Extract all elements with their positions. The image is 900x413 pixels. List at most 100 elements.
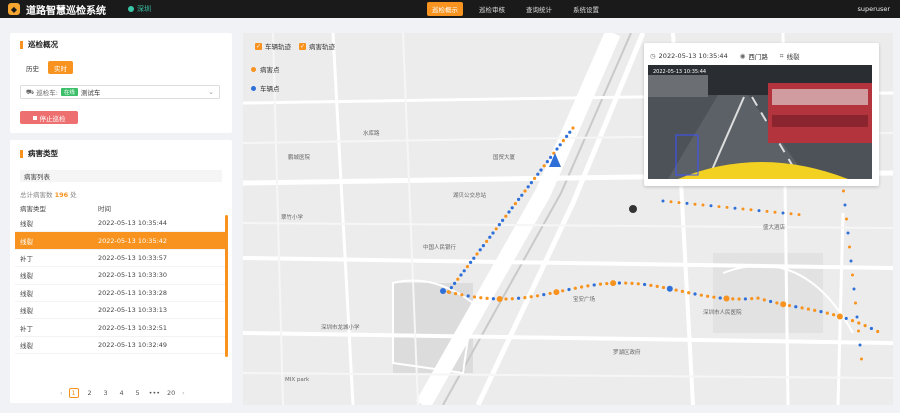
vehicle-point[interactable] <box>517 197 521 201</box>
vehicle-point[interactable] <box>769 299 773 304</box>
defect-point[interactable] <box>610 280 617 287</box>
page-4[interactable]: 4 <box>117 388 127 398</box>
vehicle-point[interactable] <box>757 209 761 213</box>
defect-point[interactable] <box>680 289 684 294</box>
defect-point[interactable] <box>456 277 460 281</box>
vehicle-point[interactable] <box>849 259 853 263</box>
nav-query-statistics[interactable]: 查询统计 <box>521 2 557 16</box>
table-row[interactable]: 线裂 2022-05-13 10:33:28 <box>15 285 226 302</box>
defect-point[interactable] <box>513 202 517 206</box>
vehicle-point[interactable] <box>869 326 874 331</box>
defect-point[interactable] <box>494 227 498 231</box>
defect-point[interactable] <box>737 297 741 301</box>
defect-point[interactable] <box>842 189 845 193</box>
vehicle-point[interactable] <box>743 297 747 301</box>
defect-point[interactable] <box>475 252 479 256</box>
defect-point[interactable] <box>787 303 792 308</box>
defect-point[interactable] <box>533 176 537 180</box>
defect-point[interactable] <box>773 210 777 214</box>
defect-point[interactable] <box>479 296 483 300</box>
defect-point[interactable] <box>496 295 503 302</box>
page-3[interactable]: 3 <box>101 388 111 398</box>
defect-point[interactable] <box>706 294 710 298</box>
vehicle-point[interactable] <box>491 297 495 301</box>
vehicle-point[interactable] <box>549 155 553 159</box>
defect-point[interactable] <box>765 209 769 213</box>
vehicle-point[interactable] <box>781 211 785 215</box>
vehicle-point[interactable] <box>855 315 859 319</box>
vehicle-point[interactable] <box>794 305 798 309</box>
defect-point[interactable] <box>460 293 464 297</box>
page-ellipsis[interactable]: ••• <box>149 388 161 398</box>
table-row[interactable]: 补丁 2022-05-13 10:32:51 <box>15 319 226 337</box>
defect-point[interactable] <box>529 295 533 299</box>
defect-point[interactable] <box>693 202 697 206</box>
defect-point[interactable] <box>789 212 793 216</box>
defect-point[interactable] <box>586 284 590 288</box>
vehicle-point[interactable] <box>819 310 823 314</box>
vehicle-point[interactable] <box>466 294 470 298</box>
user-menu[interactable]: superuser <box>858 5 890 13</box>
table-row-selected[interactable]: 线裂 2022-05-13 10:35:42 <box>15 232 226 250</box>
vehicle-point[interactable] <box>453 281 457 285</box>
defect-point[interactable] <box>630 281 634 285</box>
defect-point[interactable] <box>741 207 745 211</box>
page-2[interactable]: 2 <box>85 388 95 398</box>
vehicle-point[interactable] <box>733 206 737 210</box>
vehicle-point[interactable] <box>558 143 562 147</box>
defect-point[interactable] <box>762 298 766 302</box>
defect-point[interactable] <box>797 213 801 217</box>
page-5[interactable]: 5 <box>133 388 143 398</box>
defect-point[interactable] <box>548 291 552 296</box>
defect-point[interactable] <box>677 201 681 205</box>
vehicle-point[interactable] <box>545 160 549 164</box>
defect-point[interactable] <box>580 285 584 289</box>
prev-page-icon[interactable]: ‹ <box>60 389 63 397</box>
vehicle-point[interactable] <box>491 231 495 235</box>
table-row[interactable]: 补丁 2022-05-13 10:33:57 <box>15 250 226 268</box>
toggle-defect-track[interactable]: ✓ 病害轨迹 <box>299 41 335 51</box>
vehicle-point[interactable] <box>555 147 559 151</box>
defect-point[interactable] <box>717 205 721 209</box>
vehicle-select[interactable]: ⛟ 巡检车: 在线 测试车 ⌄ <box>20 85 220 99</box>
defect-point[interactable] <box>851 273 854 277</box>
defect-point[interactable] <box>723 295 730 302</box>
defect-point[interactable] <box>876 329 880 334</box>
defect-point[interactable] <box>636 282 640 286</box>
defect-point[interactable] <box>701 203 705 207</box>
defect-point[interactable] <box>510 297 514 301</box>
nav-inspection-review[interactable]: 巡检审核 <box>474 2 510 16</box>
vehicle-point[interactable] <box>843 203 847 207</box>
defect-point[interactable] <box>485 239 489 243</box>
camera-image[interactable]: 2022-05-13 10:35:44 <box>648 65 872 179</box>
vehicle-point[interactable] <box>709 204 713 208</box>
defect-point[interactable] <box>485 296 489 300</box>
vehicle-point[interactable] <box>666 285 673 292</box>
vehicle-point[interactable] <box>685 201 689 205</box>
defect-point[interactable] <box>857 321 861 325</box>
vehicle-point[interactable] <box>517 296 521 300</box>
defect-point[interactable] <box>699 293 703 297</box>
vehicle-point[interactable] <box>440 288 446 294</box>
defect-point[interactable] <box>687 291 691 295</box>
table-scrollbar[interactable] <box>225 215 228 357</box>
vehicle-point[interactable] <box>469 260 473 264</box>
selected-defect-marker[interactable] <box>629 205 637 213</box>
defect-point[interactable] <box>712 295 716 299</box>
table-row[interactable]: 线裂 2022-05-13 10:32:49 <box>15 337 226 355</box>
defect-point[interactable] <box>542 164 546 168</box>
vehicle-point[interactable] <box>462 269 466 273</box>
defect-point[interactable] <box>553 289 560 296</box>
tab-history[interactable]: 历史 <box>20 61 45 74</box>
vehicle-point[interactable] <box>497 223 501 227</box>
vehicle-point[interactable] <box>542 293 546 297</box>
page-20[interactable]: 20 <box>166 388 176 398</box>
defect-point[interactable] <box>863 324 867 328</box>
vehicle-point[interactable] <box>488 235 492 239</box>
vehicle-point[interactable] <box>539 168 543 172</box>
defect-point[interactable] <box>825 311 829 315</box>
defect-point[interactable] <box>624 281 628 285</box>
defect-point[interactable] <box>669 200 673 204</box>
defect-point[interactable] <box>523 296 527 300</box>
defect-point[interactable] <box>850 319 855 323</box>
